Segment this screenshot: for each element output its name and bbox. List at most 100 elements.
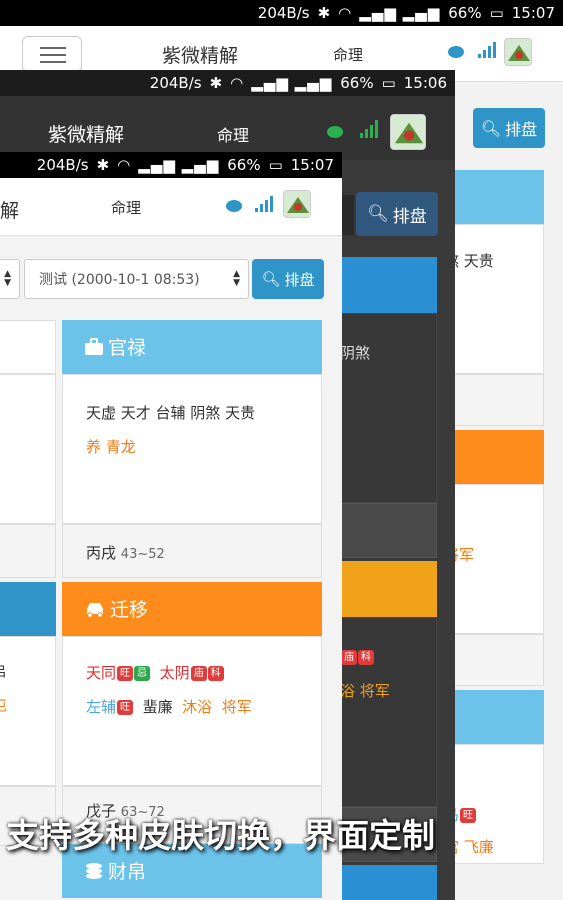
nav-link-mingli[interactable]: 命理: [217, 122, 249, 146]
nav-link-mingli[interactable]: 命理: [111, 197, 141, 218]
signal-bars-icon: [360, 120, 378, 138]
brand-title[interactable]: 紫微精解: [162, 41, 238, 68]
wifi-icon: ◠: [117, 156, 131, 174]
palace-title-text: 官禄: [108, 337, 147, 359]
palace-partial-star: 𠂤: [0, 660, 7, 681]
front-screen: 204B/s ✱ ◠ ▂▄▆ ▂▄▆ 66% ▭ 15:07 解 命理 ▲ ▼ 测…: [0, 152, 342, 900]
clock: 15:06: [403, 74, 447, 92]
brand-title[interactable]: 解: [0, 196, 19, 223]
status-badge: 庙: [190, 666, 207, 681]
wifi-icon: ◠: [230, 74, 244, 92]
caret-icon: ▲ ▼: [233, 269, 240, 288]
palace-header-guanlu: 官禄: [62, 320, 322, 374]
minor-star: 左辅: [86, 698, 117, 716]
palace-body: [0, 320, 56, 374]
bluetooth-icon: ✱: [209, 74, 223, 92]
palace-header: [340, 257, 437, 313]
network-speed: 204B/s: [257, 4, 310, 22]
clock: 15:07: [511, 4, 555, 22]
status-bar: 204B/s ✱ ◠ ▂▄▆ ▂▄▆ 66% ▭ 15:07: [0, 0, 563, 26]
palace-footer: [440, 374, 544, 426]
palace-badges: 庙科: [340, 648, 374, 666]
chart-select-value: 测试 (2000-10-1 08:53): [39, 272, 200, 288]
palace-footer: [440, 634, 544, 686]
palace-header: [440, 170, 544, 224]
avatar[interactable]: [504, 38, 532, 66]
status-badge: 庙: [341, 650, 357, 665]
palace-footer-text: 丙戌 43~52: [86, 542, 165, 563]
battery-percent: 66%: [340, 74, 374, 92]
palace-stars: 阴煞: [340, 344, 371, 362]
brand-title[interactable]: 紫微精解: [48, 120, 124, 147]
pan-button[interactable]: 🔍︎ 排盘: [252, 259, 324, 299]
spirit-star: 浴: [340, 682, 356, 700]
search-icon: 🔍︎: [480, 118, 502, 138]
status-bar: 204B/s ✱ ◠ ▂▄▆ ▂▄▆ 66% ▭ 15:07: [0, 152, 342, 178]
heavenly-stem: 丙戌: [86, 544, 117, 562]
gender-select[interactable]: ▲ ▼: [0, 259, 20, 299]
palace-header: [0, 582, 56, 636]
battery-percent: 66%: [448, 4, 482, 22]
palace-footer: [0, 524, 56, 578]
navbar: 紫微精解 命理: [0, 96, 455, 160]
signal-icon: ▂▄▆ ▂▄▆: [251, 74, 333, 92]
pan-button-label: 排盘: [505, 120, 538, 139]
network-speed: 204B/s: [149, 74, 202, 92]
input-field[interactable]: [340, 195, 354, 235]
signal-bars-icon: [478, 42, 496, 58]
chat-icon[interactable]: [226, 200, 242, 212]
search-icon: 🔍︎: [261, 270, 281, 288]
status-badge: 旺: [117, 700, 134, 715]
avatar[interactable]: [390, 114, 426, 150]
palace-title: 官禄: [84, 333, 146, 360]
chart-select[interactable]: 测试 (2000-10-1 08:53) ▲ ▼: [24, 259, 249, 299]
chat-icon[interactable]: [448, 46, 464, 58]
signal-bars-icon: [255, 196, 273, 212]
palace-partial-star: 屯: [0, 694, 7, 715]
pan-button-label: 排盘: [284, 270, 315, 289]
palace-body: [340, 617, 437, 807]
bluetooth-icon: ✱: [96, 156, 110, 174]
palace-header: [440, 430, 544, 484]
nav-link-mingli[interactable]: 命理: [333, 44, 363, 65]
major-star: 天同: [86, 664, 117, 682]
bluetooth-icon: ✱: [317, 4, 331, 22]
status-badge: 科: [207, 666, 224, 681]
palace-header-qianyi: 迁移: [62, 582, 322, 636]
status-badge: 科: [358, 650, 374, 665]
palace-footer: [340, 503, 437, 558]
status-badge: 旺: [117, 666, 134, 681]
palace-header: [340, 561, 437, 617]
caret-icon: ▲ ▼: [4, 269, 11, 288]
pan-button-label: 排盘: [392, 206, 427, 227]
palace-body: [440, 224, 544, 374]
battery-icon: ▭: [268, 156, 283, 174]
pan-button[interactable]: 🔍︎ 排盘: [356, 192, 438, 236]
signal-icon: ▂▄▆ ▂▄▆: [138, 156, 220, 174]
chat-icon[interactable]: [327, 126, 343, 138]
search-icon: 🔍︎: [367, 204, 389, 224]
palace-minor-stars: 左辅旺 蜚廉 沐浴 将军: [86, 696, 252, 717]
status-badge: 忌: [134, 666, 151, 681]
spirit-star: 沐浴: [182, 698, 213, 716]
minor-star: 蜚廉: [142, 698, 173, 716]
avatar[interactable]: [283, 190, 311, 218]
battery-icon: ▭: [381, 74, 396, 92]
palace-title: 迁移: [84, 595, 148, 622]
palace-spirits: 养 青龙: [86, 438, 136, 456]
palace-header: [340, 865, 437, 900]
clock: 15:07: [290, 156, 334, 174]
menu-toggle-button[interactable]: [22, 36, 82, 72]
battery-percent: 66%: [227, 156, 261, 174]
battery-icon: ▭: [489, 4, 504, 22]
network-speed: 204B/s: [36, 156, 89, 174]
pan-button[interactable]: 🔍︎ 排盘: [473, 108, 545, 148]
palace-minor-stars: 天虚 天才 台辅 阴煞 天贵: [86, 404, 256, 422]
palace-header: [440, 690, 544, 744]
major-star: 太阴: [159, 664, 190, 682]
spirit-star: 将军: [221, 698, 252, 716]
briefcase-icon: [85, 337, 103, 355]
palace-title-text: 迁移: [110, 599, 149, 621]
age-range: 43~52: [120, 547, 165, 562]
palace-body: [0, 636, 56, 786]
